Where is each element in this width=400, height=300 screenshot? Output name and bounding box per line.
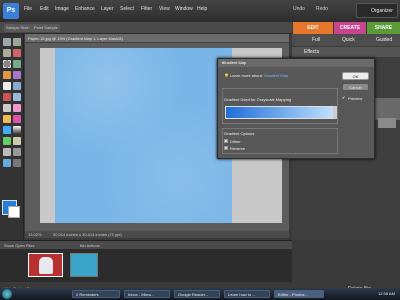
effects-panel-title: Effects xyxy=(304,49,320,55)
preview-checkbox[interactable]: ✔ xyxy=(342,96,346,100)
taskbar-item[interactable]: 2 Reminders xyxy=(72,290,120,298)
lasso-tool-icon[interactable] xyxy=(13,60,21,68)
undo-button[interactable]: Undo xyxy=(293,6,305,12)
tab-share[interactable]: SHARE xyxy=(367,22,400,34)
document-info: 30.014 inches x 30.014 inches (72 ppi) xyxy=(53,232,122,237)
tool-options-bar: Sample Size: Point Sample xyxy=(0,22,292,34)
guided-edit-button[interactable]: Guided xyxy=(376,37,392,43)
taskbar-item[interactable]: Inbox - Micro... xyxy=(124,290,170,298)
gradient-picker[interactable] xyxy=(225,106,334,119)
type-tool-icon[interactable] xyxy=(3,82,11,90)
menu-image[interactable]: Image xyxy=(55,6,69,12)
learn-more-label: Learn more about: xyxy=(230,73,263,78)
dither-label: Dither xyxy=(230,139,241,144)
menu-enhance[interactable]: Enhance xyxy=(75,6,95,12)
options-section-label: Gradient Options xyxy=(224,131,255,136)
blur-tool-icon[interactable] xyxy=(13,137,21,145)
document-status-bar: 13.02% 30.014 inches x 30.014 inches (72… xyxy=(25,231,289,238)
document-title: Paper-15.jpg @ 13% (Gradient Map 1, Laye… xyxy=(28,36,123,41)
menu-bar: Ps File Edit Image Enhance Layer Select … xyxy=(0,0,400,22)
preview-label: Preview xyxy=(348,96,363,101)
gradient-tool-icon[interactable] xyxy=(13,126,21,134)
toolbox xyxy=(0,34,24,240)
menu-file[interactable]: File xyxy=(24,6,32,12)
hand-tool-icon[interactable] xyxy=(3,49,11,57)
taskbar-item[interactable]: Learn how to ... xyxy=(224,290,270,298)
gradient-dropdown-arrow-icon[interactable] xyxy=(333,106,337,119)
marquee-tool-icon[interactable] xyxy=(3,60,11,68)
project-bin-header: Show Open Files Bin Actions xyxy=(0,240,292,249)
ok-button[interactable]: OK xyxy=(342,72,369,80)
shape-tool-icon[interactable] xyxy=(3,137,11,145)
menu-edit[interactable]: Edit xyxy=(40,6,49,12)
full-edit-button[interactable]: Full xyxy=(312,37,320,43)
menu-layer[interactable]: Layer xyxy=(101,6,114,12)
zoom-tool-icon[interactable] xyxy=(13,38,21,46)
bin-actions-menu[interactable]: Bin Actions xyxy=(80,243,100,248)
taskbar-clock: 12:38 AM xyxy=(378,291,395,296)
lightbulb-icon: 💡 xyxy=(224,73,229,78)
reverse-label: Reverse xyxy=(230,146,245,151)
brush-tool-icon[interactable] xyxy=(3,115,11,123)
image-canvas[interactable] xyxy=(55,48,232,223)
sample-size-select[interactable]: Point Sample xyxy=(32,24,60,32)
cancel-button[interactable]: Cancel xyxy=(342,83,369,91)
taskbar-item[interactable]: Google Reader... xyxy=(174,290,220,298)
close-icon[interactable]: × xyxy=(222,60,372,66)
menu-help[interactable]: Help xyxy=(197,6,207,12)
background-color-swatch[interactable] xyxy=(8,206,20,218)
thumbnail-image xyxy=(39,257,53,274)
open-file-thumbnail[interactable] xyxy=(28,253,63,277)
smudge-tool-icon[interactable] xyxy=(13,148,21,156)
menu-view[interactable]: View xyxy=(159,6,170,12)
cookie-cutter-tool-icon[interactable] xyxy=(3,159,11,167)
show-open-files-select[interactable]: Show Open Files xyxy=(4,243,34,248)
eyedropper-tool-icon[interactable] xyxy=(13,49,21,57)
crop-tool-icon[interactable] xyxy=(13,82,21,90)
tab-create[interactable]: CREATE xyxy=(334,22,366,34)
magic-wand-tool-icon[interactable] xyxy=(3,71,11,79)
edit-mode-buttons: Full Quick Guided xyxy=(292,34,400,46)
clone-stamp-tool-icon[interactable] xyxy=(3,104,11,112)
learn-more-line: 💡 Learn more about: Gradient Map xyxy=(224,73,288,78)
learn-more-link[interactable]: Gradient Map xyxy=(264,73,288,78)
spot-healing-tool-icon[interactable] xyxy=(13,93,21,101)
move-tool-icon[interactable] xyxy=(3,38,11,46)
selection-brush-tool-icon[interactable] xyxy=(13,71,21,79)
eraser-tool-icon[interactable] xyxy=(13,104,21,112)
red-eye-tool-icon[interactable] xyxy=(3,93,11,101)
taskbar-item-active[interactable]: Editor - Photos... xyxy=(274,290,324,298)
straighten-tool-icon[interactable] xyxy=(13,159,21,167)
organizer-label: Organizer xyxy=(371,8,393,14)
sample-size-label: Sample Size: xyxy=(4,24,32,32)
reverse-checkbox[interactable] xyxy=(224,146,228,150)
app-logo-icon: Ps xyxy=(3,3,19,19)
document-titlebar[interactable]: Paper-15.jpg @ 13% (Gradient Map 1, Laye… xyxy=(25,34,289,43)
gradient-map-dialog: Gradient Map × 💡 Learn more about: Gradi… xyxy=(217,58,375,159)
sponge-tool-icon[interactable] xyxy=(3,148,11,156)
layer-thumbnail[interactable] xyxy=(378,118,396,128)
zoom-readout[interactable]: 13.02% xyxy=(28,232,42,237)
gradient-section-label: Gradient Used for Grayscale Mapping xyxy=(224,97,292,102)
redo-button[interactable]: Redo xyxy=(316,6,328,12)
start-button-icon[interactable] xyxy=(2,289,12,299)
dither-checkbox[interactable] xyxy=(224,139,228,143)
menu-select[interactable]: Select xyxy=(120,6,134,12)
paint-bucket-tool-icon[interactable] xyxy=(3,126,11,134)
open-file-thumbnail[interactable] xyxy=(70,253,98,277)
effects-panel-header[interactable]: Effects xyxy=(292,47,400,57)
quick-edit-button[interactable]: Quick xyxy=(342,37,355,43)
dialog-titlebar[interactable]: Gradient Map × xyxy=(218,59,374,67)
menu-window[interactable]: Window xyxy=(175,6,193,12)
organizer-button[interactable]: Organizer xyxy=(356,3,398,18)
tab-edit[interactable]: EDIT xyxy=(293,22,333,34)
pencil-tool-icon[interactable] xyxy=(13,115,21,123)
menu-filter[interactable]: Filter xyxy=(141,6,152,12)
